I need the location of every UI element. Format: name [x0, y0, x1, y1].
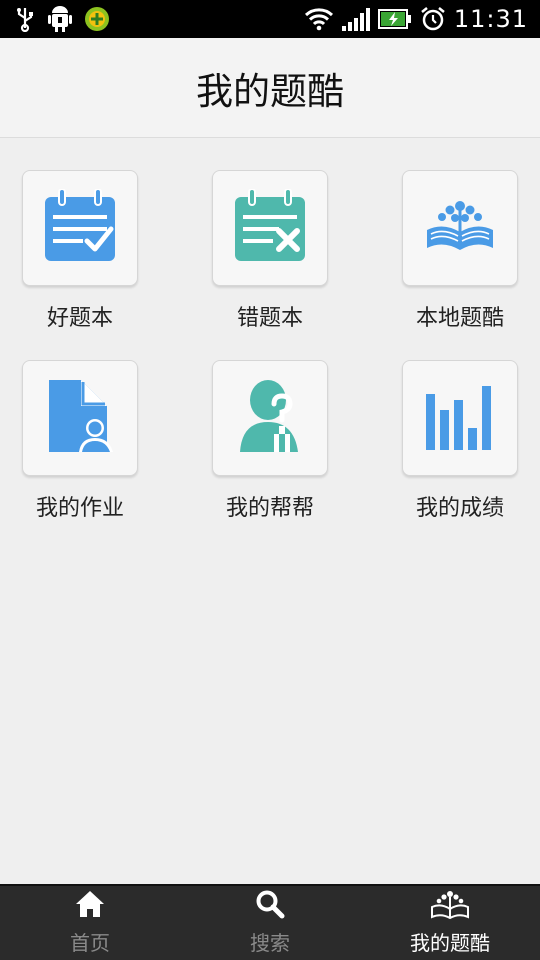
- good-questions-icon: [43, 188, 117, 267]
- status-bar: 11:31: [0, 0, 540, 38]
- tile-wrong-questions[interactable]: 错题本: [195, 170, 345, 332]
- my-library-icon: [430, 889, 470, 923]
- battery-charging-icon: [377, 8, 412, 30]
- tile-local-library-box[interactable]: [402, 170, 518, 286]
- tile-label: 好题本: [46, 306, 113, 331]
- homework-icon: [45, 378, 115, 458]
- tile-wrong-questions-box[interactable]: [212, 170, 328, 286]
- tile-homework-box[interactable]: [22, 360, 138, 476]
- alarm-icon: [420, 6, 446, 32]
- home-icon: [74, 889, 106, 923]
- tile-label: 我的成绩: [415, 496, 504, 521]
- tile-homework[interactable]: 我的作业: [5, 360, 155, 522]
- nav-label: 搜索: [250, 931, 290, 955]
- nav-item-search[interactable]: 搜索: [180, 886, 360, 960]
- tile-good-questions[interactable]: 好题本: [5, 170, 155, 332]
- tile-label: 错题本: [236, 306, 303, 331]
- tile-scores[interactable]: 我的成绩: [385, 360, 535, 522]
- nav-label: 我的题酷: [410, 931, 490, 955]
- nav-item-home[interactable]: 首页: [0, 886, 180, 960]
- nav-item-my-library[interactable]: 我的题酷: [360, 886, 540, 960]
- wifi-icon: [304, 7, 334, 31]
- tile-label: 我的帮帮: [225, 496, 314, 521]
- nav-label: 首页: [70, 931, 110, 955]
- tile-scores-box[interactable]: [402, 360, 518, 476]
- app-notification-icon: [84, 6, 110, 32]
- search-icon: [255, 889, 285, 923]
- local-library-icon: [425, 196, 495, 260]
- tile-help-box[interactable]: [212, 360, 328, 476]
- bottom-nav: 首页 搜索 我的题酷: [0, 884, 540, 960]
- tile-label: 我的作业: [35, 496, 124, 521]
- page-title: 我的题酷: [196, 69, 344, 113]
- signal-icon: [341, 7, 370, 31]
- tile-help[interactable]: 我的帮帮: [195, 360, 345, 522]
- help-icon: [238, 378, 302, 458]
- status-time: 11:31: [453, 5, 528, 33]
- wrong-questions-icon: [233, 188, 307, 267]
- usb-icon: [14, 6, 36, 32]
- tile-label: 本地题酷: [415, 306, 504, 331]
- android-debug-icon: [48, 5, 72, 33]
- tile-local-library[interactable]: 本地题酷: [385, 170, 535, 332]
- tile-good-questions-box[interactable]: [22, 170, 138, 286]
- scores-icon: [424, 380, 496, 456]
- header: 我的题酷: [0, 38, 540, 138]
